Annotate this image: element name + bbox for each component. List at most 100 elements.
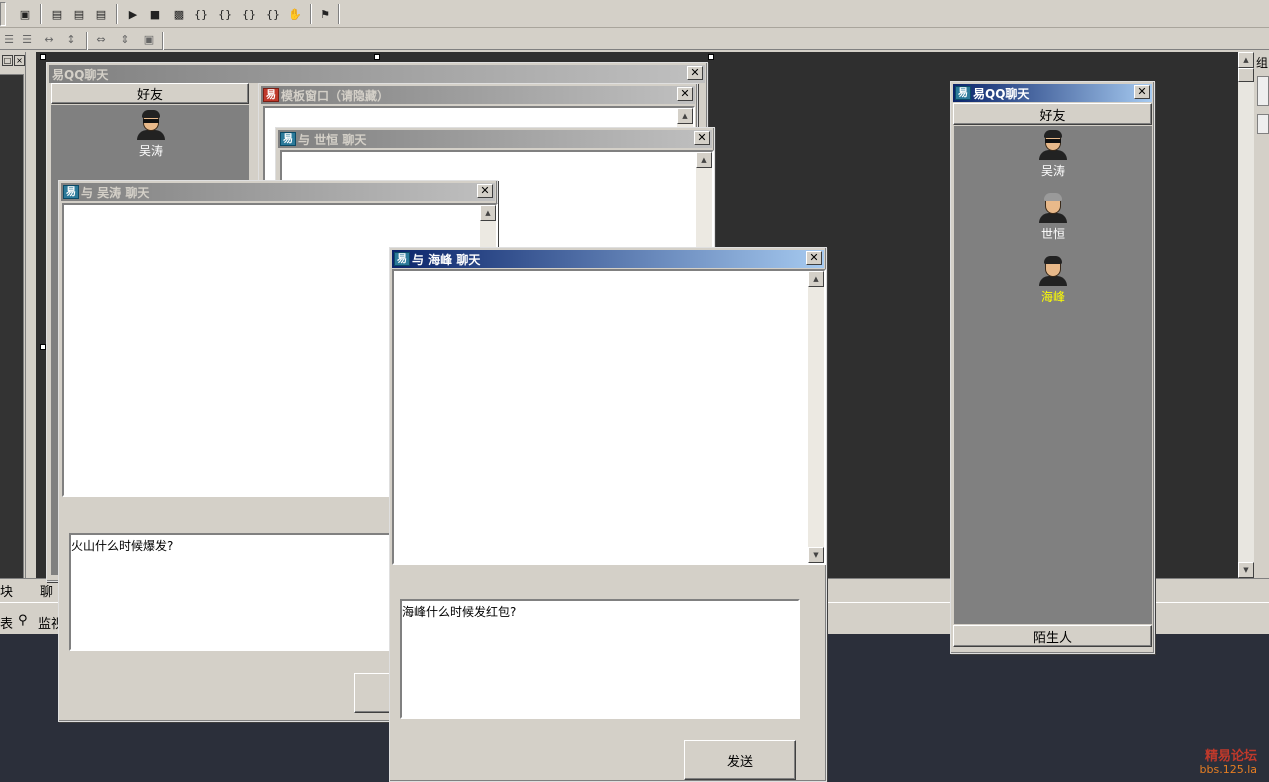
- scroll-thumb[interactable]: [1238, 68, 1254, 82]
- align-top-icon[interactable]: ☰: [0, 30, 18, 48]
- scroll-up-icon[interactable]: ▲: [677, 108, 693, 124]
- message-input-text: 海峰什么时候发红包?: [402, 605, 517, 619]
- same-size-icon[interactable]: ▣: [140, 30, 158, 48]
- canvas-vscrollbar[interactable]: ▲ ▼: [1238, 52, 1254, 578]
- friend-item-shiheng[interactable]: 世恒: [1013, 193, 1093, 242]
- align-middle-icon[interactable]: ☰: [18, 30, 36, 48]
- qq-title: 易QQ聊天: [973, 86, 1030, 101]
- tab-chat[interactable]: 聊: [40, 581, 53, 600]
- watermark-line1: 精易论坛: [1204, 749, 1257, 764]
- chat-title: 与 吴涛 聊天: [81, 185, 150, 200]
- app-logo-icon: 易: [394, 252, 410, 266]
- chat-history: ▲ ▼: [392, 269, 826, 565]
- main-toolbar: ▣ ▤ ▤ ▤ ▶ ■ ▩ {} {} {} {} ✋ ⚑: [0, 0, 1269, 28]
- template-title: 模板窗口（请隐藏）: [281, 88, 390, 103]
- resize-handle[interactable]: [374, 54, 380, 60]
- space-horizontal-icon[interactable]: ↔: [40, 30, 58, 48]
- chat-titlebar: 易 与 海峰 聊天 ✕: [392, 250, 824, 268]
- friends-button[interactable]: 好友: [51, 83, 249, 104]
- designer-title: 易QQ聊天: [52, 67, 109, 82]
- close-icon[interactable]: ✕: [806, 251, 822, 265]
- toolbar-separator: [86, 32, 88, 52]
- same-width-icon[interactable]: ⇔: [92, 30, 110, 48]
- friend-item-wutao[interactable]: 吴涛: [1013, 130, 1093, 179]
- tab-block[interactable]: 块: [0, 581, 13, 600]
- layout-2-icon[interactable]: ▤: [70, 5, 88, 23]
- step-into-icon[interactable]: {}: [192, 5, 210, 23]
- hand-icon[interactable]: ✋: [286, 5, 304, 23]
- magnifier-icon: ⚲: [18, 613, 28, 628]
- left-panel-content: [0, 74, 24, 626]
- step-out-icon[interactable]: {}: [240, 5, 258, 23]
- toolbar-separator: [338, 4, 340, 24]
- toolbar-separator: [116, 4, 118, 24]
- run-to-cursor-icon[interactable]: {}: [264, 5, 282, 23]
- strangers-button[interactable]: 陌生人: [953, 625, 1152, 647]
- stop-icon[interactable]: ■: [146, 5, 164, 23]
- scroll-up-icon[interactable]: ▲: [696, 152, 712, 168]
- designer-titlebar: 易QQ聊天 ✕: [49, 65, 705, 83]
- close-icon[interactable]: ✕: [694, 131, 710, 145]
- close-icon[interactable]: ✕: [687, 66, 703, 80]
- run-icon[interactable]: ▶: [124, 5, 142, 23]
- watermark-line2: bbs.125.la: [1199, 763, 1257, 776]
- chat-title: 与 海峰 聊天: [412, 252, 481, 267]
- toolbar-separator: [310, 4, 312, 24]
- friend-name: 吴涛: [1040, 164, 1065, 178]
- chat-titlebar: 易 与 吴涛 聊天 ✕: [61, 183, 495, 201]
- friend-name: 世恒: [1040, 227, 1065, 241]
- scroll-up-icon[interactable]: ▲: [1238, 52, 1254, 68]
- qq-main-window: 易 易QQ聊天 ✕ 好友 吴涛 世恒 海峰 陌生人: [950, 81, 1155, 654]
- align-toolbar: ☰ ☰ ↔ ↕ ⇔ ⇕ ▣: [0, 28, 1269, 52]
- avatar: [1038, 256, 1068, 286]
- right-panel-box[interactable]: [1257, 114, 1269, 134]
- friends-list: 吴涛 世恒 海峰: [954, 126, 1152, 624]
- vscrollbar[interactable]: ▲ ▼: [808, 271, 824, 563]
- resize-handle[interactable]: [40, 54, 46, 60]
- app-logo-icon: 易: [955, 86, 971, 100]
- compile-icon[interactable]: ▩: [170, 5, 188, 23]
- message-input[interactable]: 火山什么时候爆发?: [69, 533, 399, 651]
- right-panel-label: 组: [1256, 56, 1269, 70]
- scroll-up-icon[interactable]: ▲: [808, 271, 824, 287]
- app-logo-icon: 易: [263, 88, 279, 102]
- resize-handle[interactable]: [708, 54, 714, 60]
- step-over-icon[interactable]: {}: [216, 5, 234, 23]
- toolbar-separator: [162, 32, 164, 52]
- qq-titlebar: 易 易QQ聊天 ✕: [953, 84, 1152, 102]
- debug-icon[interactable]: ⚑: [316, 5, 334, 23]
- close-icon[interactable]: ✕: [477, 184, 493, 198]
- same-height-icon[interactable]: ⇕: [116, 30, 134, 48]
- chat-titlebar: 易 与 世恒 聊天 ✕: [278, 130, 712, 148]
- template-titlebar: 易 模板窗口（请隐藏） ✕: [261, 86, 695, 104]
- close-icon[interactable]: ✕: [1134, 85, 1150, 99]
- layout-1-icon[interactable]: ▤: [48, 5, 66, 23]
- scroll-down-icon[interactable]: ▼: [808, 547, 824, 563]
- message-input-text: 火山什么时候爆发?: [71, 539, 174, 553]
- message-input[interactable]: 海峰什么时候发红包?: [400, 599, 800, 719]
- layout-3-icon[interactable]: ▤: [92, 5, 110, 23]
- friend-item-haifeng[interactable]: 海峰: [1013, 256, 1093, 305]
- friend-name: 吴涛: [138, 144, 163, 158]
- friends-button[interactable]: 好友: [953, 103, 1152, 125]
- avatar: [1038, 193, 1068, 223]
- tab-table[interactable]: 表: [0, 613, 13, 632]
- panel-restore-icon[interactable]: □: [2, 55, 13, 66]
- left-dock-panel: □ ×: [0, 52, 26, 626]
- scroll-up-icon[interactable]: ▲: [480, 205, 496, 221]
- friend-item[interactable]: 吴涛: [111, 110, 191, 159]
- chat-window-haifeng: 易 与 海峰 聊天 ✕ ▲ ▼ 海峰什么时候发红包? 发送: [389, 247, 827, 782]
- chat-title: 与 世恒 聊天: [298, 132, 367, 147]
- find-icon[interactable]: ▣: [16, 5, 34, 23]
- scroll-down-icon[interactable]: ▼: [1238, 562, 1254, 578]
- panel-close-icon[interactable]: ×: [14, 55, 25, 66]
- app-logo-icon: 易: [63, 185, 79, 199]
- right-panel-box[interactable]: [1257, 76, 1269, 106]
- send-button[interactable]: 发送: [684, 740, 796, 780]
- toolbar-separator: [40, 4, 42, 24]
- avatar: [136, 110, 166, 140]
- close-icon[interactable]: ✕: [677, 87, 693, 101]
- right-dock-panel: 组: [1254, 52, 1269, 578]
- app-logo-icon: 易: [280, 132, 296, 146]
- space-vertical-icon[interactable]: ↕: [62, 30, 80, 48]
